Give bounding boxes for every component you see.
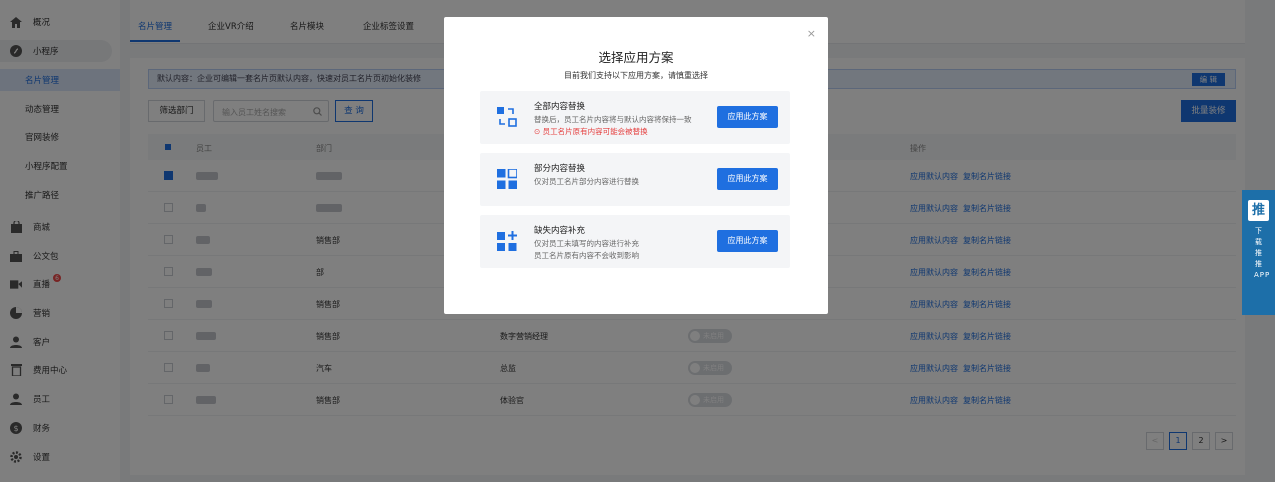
apply-scheme-button[interactable]: 应用此方案 bbox=[717, 230, 778, 252]
replace-all-icon bbox=[497, 107, 517, 127]
option-title: 缺失内容补充 bbox=[534, 226, 586, 236]
download-app-text: 下载推推APP bbox=[1254, 227, 1271, 279]
download-app-tag[interactable]: 推 下载推推APP bbox=[1242, 190, 1275, 315]
warning-text: 员工名片原有内容可能会被替换 bbox=[542, 127, 648, 136]
option-fill-missing: 缺失内容补充 仅对员工未填写的内容进行补充 员工名片原有内容不会收到影响 应用此… bbox=[480, 215, 790, 268]
dialog-title: 选择应用方案 bbox=[598, 50, 674, 65]
option-title: 全部内容替换 bbox=[534, 102, 586, 112]
option-desc-2: 员工名片原有内容不会收到影响 bbox=[534, 251, 639, 260]
grid-icon bbox=[497, 168, 518, 189]
option-replace-partial: 部分内容替换 仅对员工名片部分内容进行替换 应用此方案 bbox=[480, 153, 790, 206]
option-desc: 仅对员工未填写的内容进行补充 bbox=[534, 239, 639, 248]
option-warning: ⊙ 员工名片原有内容可能会被替换 bbox=[534, 126, 648, 137]
option-desc: 仅对员工名片部分内容进行替换 bbox=[534, 177, 639, 186]
option-desc: 替换后，员工名片内容将与默认内容将保持一致 bbox=[534, 115, 692, 124]
apply-scheme-button[interactable]: 应用此方案 bbox=[717, 106, 778, 128]
warning-icon: ⊙ bbox=[534, 127, 543, 136]
option-title: 部分内容替换 bbox=[534, 164, 586, 174]
grid-plus-icon bbox=[497, 231, 517, 251]
tuitui-logo-icon: 推 bbox=[1248, 200, 1269, 221]
apply-scheme-dialog: × 选择应用方案 目前我们支持以下应用方案，请慎重选择 全部内容替换 替换后，员… bbox=[444, 17, 828, 314]
dialog-subtitle: 目前我们支持以下应用方案，请慎重选择 bbox=[564, 71, 708, 80]
apply-scheme-button[interactable]: 应用此方案 bbox=[717, 168, 778, 190]
option-replace-all: 全部内容替换 替换后，员工名片内容将与默认内容将保持一致 ⊙ 员工名片原有内容可… bbox=[480, 91, 790, 144]
close-icon[interactable]: × bbox=[807, 27, 816, 40]
